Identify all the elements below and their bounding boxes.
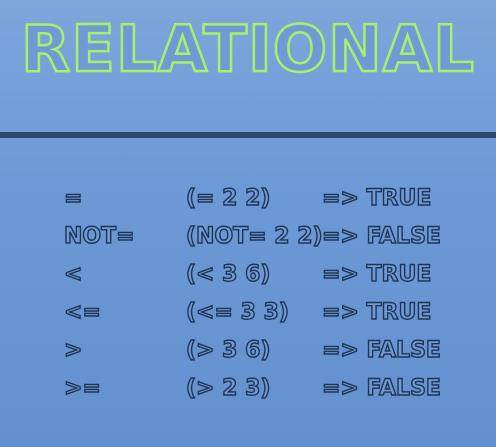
- operator-result: => FALSE: [321, 223, 441, 249]
- operator-symbol: >: [63, 337, 83, 363]
- operator-row: >= (> 2 3) => FALSE: [0, 370, 496, 408]
- operator-result: => TRUE: [321, 261, 432, 287]
- operator-symbol: >=: [63, 375, 101, 401]
- slide: RELATIONAL = (= 2 2) => TRUE NOT= (NOT= …: [0, 0, 496, 447]
- operator-row: <= (<= 3 3) => TRUE: [0, 294, 496, 332]
- operator-symbol: NOT=: [63, 223, 135, 249]
- operator-expression: (<= 3 3): [185, 299, 289, 325]
- operator-expression: (> 3 6): [185, 337, 271, 363]
- operator-expression: (NOT= 2 2): [185, 223, 323, 249]
- operator-result: => TRUE: [321, 185, 432, 211]
- operator-result: => FALSE: [321, 375, 441, 401]
- operator-result: => FALSE: [321, 337, 441, 363]
- operator-row: > (> 3 6) => FALSE: [0, 332, 496, 370]
- operator-expression: (< 3 6): [185, 261, 271, 287]
- operator-row: < (< 3 6) => TRUE: [0, 256, 496, 294]
- operator-expression: (> 2 3): [185, 375, 271, 401]
- slide-title: RELATIONAL: [20, 12, 476, 89]
- operator-symbol: <=: [63, 299, 101, 325]
- title-divider: [0, 132, 496, 138]
- operator-row: NOT= (NOT= 2 2) => FALSE: [0, 218, 496, 256]
- operator-symbol: =: [63, 185, 83, 211]
- operator-symbol: <: [63, 261, 83, 287]
- operator-expression: (= 2 2): [185, 185, 271, 211]
- operator-result: => TRUE: [321, 299, 432, 325]
- operator-row: = (= 2 2) => TRUE: [0, 180, 496, 218]
